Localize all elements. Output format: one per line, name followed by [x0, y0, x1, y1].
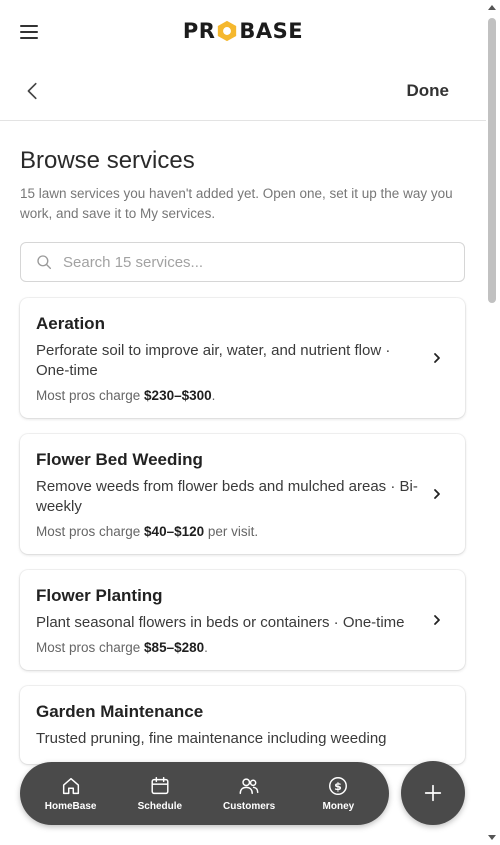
chevron-left-icon[interactable]	[22, 80, 44, 102]
nav-item-customers[interactable]: Customers	[209, 775, 289, 812]
nav-label: Money	[322, 801, 355, 812]
logo-text-right: BASE	[239, 19, 304, 43]
nav-label: Schedule	[137, 801, 183, 812]
nav-item-schedule[interactable]: Schedule	[120, 775, 200, 812]
service-title: Aeration	[36, 314, 105, 333]
done-button[interactable]: Done	[407, 81, 450, 101]
sub-header: Done	[0, 62, 486, 121]
service-description: Trusted pruning, fine maintenance includ…	[36, 730, 387, 747]
service-description: Plant seasonal flowers in beds or contai…	[36, 614, 405, 631]
nav-label: Customers	[223, 801, 276, 812]
chevron-right-icon	[434, 353, 440, 363]
add-fab-button[interactable]	[401, 761, 465, 825]
dollar-circle-icon: $	[329, 777, 348, 795]
top-app-bar: PR BASE	[0, 0, 486, 62]
svg-text:$: $	[335, 780, 343, 793]
service-description: Perforate soil to improve air, water, an…	[36, 342, 391, 379]
service-price: $230–$300	[144, 388, 212, 403]
service-price-line: Most pros charge $40–$120 per visit.	[36, 524, 259, 539]
service-price: $85–$280	[144, 640, 205, 655]
service-card-flower-planting[interactable]: Flower Planting Plant seasonal flowers i…	[20, 570, 465, 670]
scroll-thumb[interactable]	[488, 18, 496, 303]
search-input[interactable]	[63, 253, 443, 271]
probase-logo[interactable]: PR BASE	[183, 19, 303, 43]
service-title: Garden Maintenance	[36, 702, 204, 721]
calendar-icon	[151, 777, 169, 795]
plus-icon	[424, 784, 442, 802]
hamburger-menu-icon[interactable]	[20, 20, 44, 44]
users-icon	[239, 778, 259, 795]
service-price: $40–$120	[144, 524, 205, 539]
vertical-scrollbar[interactable]	[486, 0, 498, 845]
service-title: Flower Bed Weeding	[36, 450, 203, 469]
page-title: Browse services	[20, 147, 195, 174]
service-price-line: Most pros charge $230–$300.	[36, 388, 216, 403]
nav-item-homebase[interactable]: HomeBase	[31, 775, 111, 812]
search-icon	[37, 255, 52, 270]
page-description: 15 lawn services you haven't added yet. …	[20, 186, 453, 221]
home-icon	[62, 777, 79, 795]
search-box[interactable]	[20, 242, 465, 282]
logo-hexagon-icon	[218, 20, 237, 42]
service-card-flower-bed-weeding[interactable]: Flower Bed Weeding Remove weeds from flo…	[20, 434, 465, 554]
bottom-nav: HomeBase Schedule Customers $ Money	[20, 762, 389, 825]
chevron-right-icon	[434, 489, 440, 499]
service-title: Flower Planting	[36, 586, 163, 605]
scroll-up-arrow-icon[interactable]	[488, 5, 496, 10]
nav-item-money[interactable]: $ Money	[298, 775, 378, 812]
main-content: Browse services 15 lawn services you hav…	[0, 121, 486, 845]
service-card-garden-maintenance[interactable]: Garden Maintenance Trusted pruning, fine…	[20, 686, 465, 764]
service-price-line: Most pros charge $85–$280.	[36, 640, 208, 655]
logo-text-left: PR	[182, 19, 216, 43]
nav-label: HomeBase	[44, 801, 97, 812]
service-description: Remove weeds from flower beds and mulche…	[36, 478, 418, 515]
scroll-down-arrow-icon[interactable]	[488, 835, 496, 840]
service-card-aeration[interactable]: Aeration Perforate soil to improve air, …	[20, 298, 465, 418]
chevron-right-icon	[434, 615, 440, 625]
